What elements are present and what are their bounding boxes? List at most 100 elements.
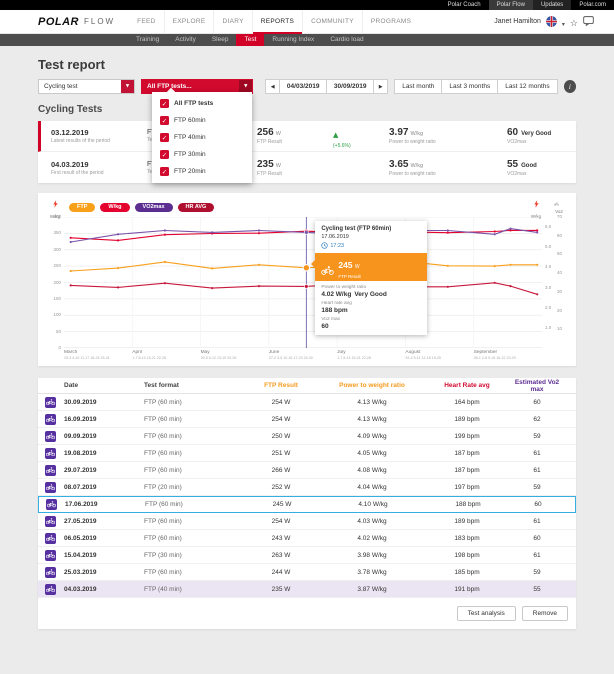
legend-pill-wkg[interactable]: W/kg — [100, 203, 129, 212]
table-row[interactable]: 16.09.2019FTP (60 min)254 W4.13 W/kg189 … — [38, 411, 576, 428]
checkbox-checked-icon[interactable] — [160, 133, 169, 142]
table-cell-date: 09.09.2019 — [62, 433, 142, 440]
subnav-item-sleep[interactable]: Sleep — [204, 34, 237, 46]
polar-logo[interactable]: POLAR — [38, 16, 79, 28]
range-button-last-3-months[interactable]: Last 3 months — [441, 79, 498, 94]
ftp-value: 235 — [257, 159, 274, 170]
tooltip-date: 17.06.2019 — [321, 234, 421, 240]
table-header-ftp[interactable]: FTP Result — [246, 382, 316, 389]
table-body: 30.09.2019FTP (60 min)254 W4.13 W/kg164 … — [38, 394, 576, 598]
nav-item-programs[interactable]: PROGRAMS — [362, 10, 419, 34]
test-results-chart[interactable] — [64, 217, 542, 348]
filter-menu-item[interactable]: FTP 30min — [152, 146, 252, 163]
nav-item-explore[interactable]: EXPLORE — [164, 10, 214, 34]
table-cell-date: 29.07.2019 — [62, 467, 142, 474]
cyclist-icon — [45, 448, 56, 459]
trend-up-icon — [333, 124, 338, 142]
y-axis-tick: 250 — [53, 263, 61, 268]
table-row[interactable]: 25.03.2019FTP (60 min)244 W3.78 W/kg185 … — [38, 564, 576, 581]
nav-item-reports[interactable]: REPORTS — [252, 10, 302, 34]
previous-period-button[interactable] — [265, 79, 280, 94]
table-row-icon-cell — [38, 448, 62, 459]
user-avatar[interactable] — [546, 16, 557, 27]
vo2-value: 60 — [507, 127, 518, 138]
remove-button[interactable]: Remove — [522, 606, 568, 621]
table-cell-hr: 189 bpm — [428, 416, 506, 423]
table-row-icon-cell — [38, 482, 62, 493]
table-row[interactable]: 09.09.2019FTP (60 min)250 W4.09 W/kg199 … — [38, 428, 576, 445]
legend-pill-ftp[interactable]: FTP — [69, 203, 95, 212]
checkbox-checked-icon[interactable] — [160, 116, 169, 125]
filter-menu-item[interactable]: All FTP tests — [152, 95, 252, 112]
info-button[interactable]: i — [564, 80, 576, 93]
table-cell-vo2: 59 — [506, 569, 568, 576]
table-cell-ftp: 266 W — [246, 467, 316, 474]
table-row[interactable]: 29.07.2019FTP (60 min)266 W4.08 W/kg187 … — [38, 462, 576, 479]
table-row[interactable]: 17.06.2019FTP (60 min)245 W4.10 W/kg188 … — [38, 496, 576, 513]
table-row[interactable]: 04.03.2019FTP (40 min)235 W3.87 W/kg191 … — [38, 581, 576, 598]
table-row[interactable]: 27.05.2019FTP (60 min)254 W4.03 W/kg189 … — [38, 513, 576, 530]
wkg-value: 3.65 — [389, 159, 408, 170]
y-axis-tick-vo2: 60 — [557, 233, 562, 238]
range-button-last-12-months[interactable]: Last 12 months — [497, 79, 557, 94]
favorites-star-icon[interactable] — [570, 13, 578, 31]
subnav-item-running-index[interactable]: Running Index — [264, 34, 322, 46]
date-to-field[interactable]: 30/09/2019 — [326, 79, 374, 94]
table-cell-format: FTP (40 min) — [142, 586, 246, 593]
legend-pill-vo2max[interactable]: VO2max — [135, 203, 173, 212]
checkbox-checked-icon[interactable] — [160, 99, 169, 108]
summary-wkg: 3.97W/kg Power to weight ratio — [389, 127, 507, 145]
table-cell-power: 4.05 W/kg — [316, 450, 428, 457]
subnav-item-training[interactable]: Training — [128, 34, 167, 46]
topbar-link[interactable]: Polar Coach — [440, 0, 489, 10]
summary-row-latest: 03.12.2019 Latest results of the period … — [38, 121, 576, 152]
table-cell-format: FTP (60 min) — [142, 433, 246, 440]
messages-bubble-icon[interactable] — [583, 13, 594, 31]
checkbox-checked-icon[interactable] — [160, 167, 169, 176]
table-header-hr[interactable]: Heart Rate avg — [428, 382, 506, 389]
table-cell-format: FTP (60 min) — [142, 399, 246, 406]
sport-select[interactable]: Cycling test — [38, 79, 135, 94]
delta-value: (+5.6%) — [333, 143, 351, 149]
filter-menu-item[interactable]: FTP 40min — [152, 129, 252, 146]
date-from-field[interactable]: 04/03/2019 — [279, 79, 327, 94]
wkg-caption: Power to weight ratio — [389, 139, 507, 145]
range-button-last-month[interactable]: Last month — [394, 79, 442, 94]
nav-item-community[interactable]: COMMUNITY — [302, 10, 362, 34]
y-axis-tick: 200 — [53, 280, 61, 285]
nav-item-diary[interactable]: DIARY — [213, 10, 251, 34]
subnav-item-cardio-load[interactable]: Cardio load — [322, 34, 371, 46]
table-cell-power: 3.87 W/kg — [316, 586, 428, 593]
topbar-link[interactable]: Polar.com — [571, 0, 614, 10]
table-row[interactable]: 30.09.2019FTP (60 min)254 W4.13 W/kg164 … — [38, 394, 576, 411]
test-analysis-button[interactable]: Test analysis — [457, 606, 516, 621]
table-row[interactable]: 08.07.2019FTP (20 min)252 W4.04 W/kg197 … — [38, 479, 576, 496]
nav-item-feed[interactable]: FEED — [129, 10, 164, 34]
subnav-item-activity[interactable]: Activity — [167, 34, 204, 46]
topbar-link[interactable]: Updates — [533, 0, 571, 10]
next-period-button[interactable] — [373, 79, 388, 94]
filter-menu-item[interactable]: FTP 20min — [152, 163, 252, 180]
table-header-format[interactable]: Test format — [142, 382, 246, 389]
tooltip-title: Cycling test (FTP 60min) — [321, 226, 421, 232]
cyclist-icon — [45, 533, 56, 544]
table-row-icon-cell — [38, 465, 62, 476]
user-name[interactable]: Janet Hamilton — [494, 18, 541, 25]
table-row[interactable]: 15.04.2019FTP (30 min)263 W3.98 W/kg198 … — [38, 547, 576, 564]
table-header-date[interactable]: Date — [62, 382, 142, 389]
subnav-item-test[interactable]: Test — [236, 34, 264, 46]
table-header-power[interactable]: Power to weight ratio — [316, 382, 428, 389]
table-row[interactable]: 19.08.2019FTP (60 min)251 W4.05 W/kg187 … — [38, 445, 576, 462]
checkbox-checked-icon[interactable] — [160, 150, 169, 159]
month-label: September — [474, 350, 542, 355]
table-row-icon-cell — [38, 516, 62, 527]
table-cell-power: 4.03 W/kg — [316, 518, 428, 525]
table-cell-power: 4.08 W/kg — [316, 467, 428, 474]
topbar-link[interactable]: Polar Flow — [489, 0, 533, 10]
filter-menu-item[interactable]: FTP 60min — [152, 112, 252, 129]
y-axis-tick-vo2: 70 — [557, 214, 562, 219]
table-row[interactable]: 06.05.2019FTP (60 min)243 W4.02 W/kg183 … — [38, 530, 576, 547]
user-menu-caret-icon[interactable] — [562, 13, 565, 31]
legend-pill-hravg[interactable]: HR AVG — [178, 203, 215, 212]
table-header-vo2[interactable]: Estimated Vo2 max — [506, 379, 568, 393]
